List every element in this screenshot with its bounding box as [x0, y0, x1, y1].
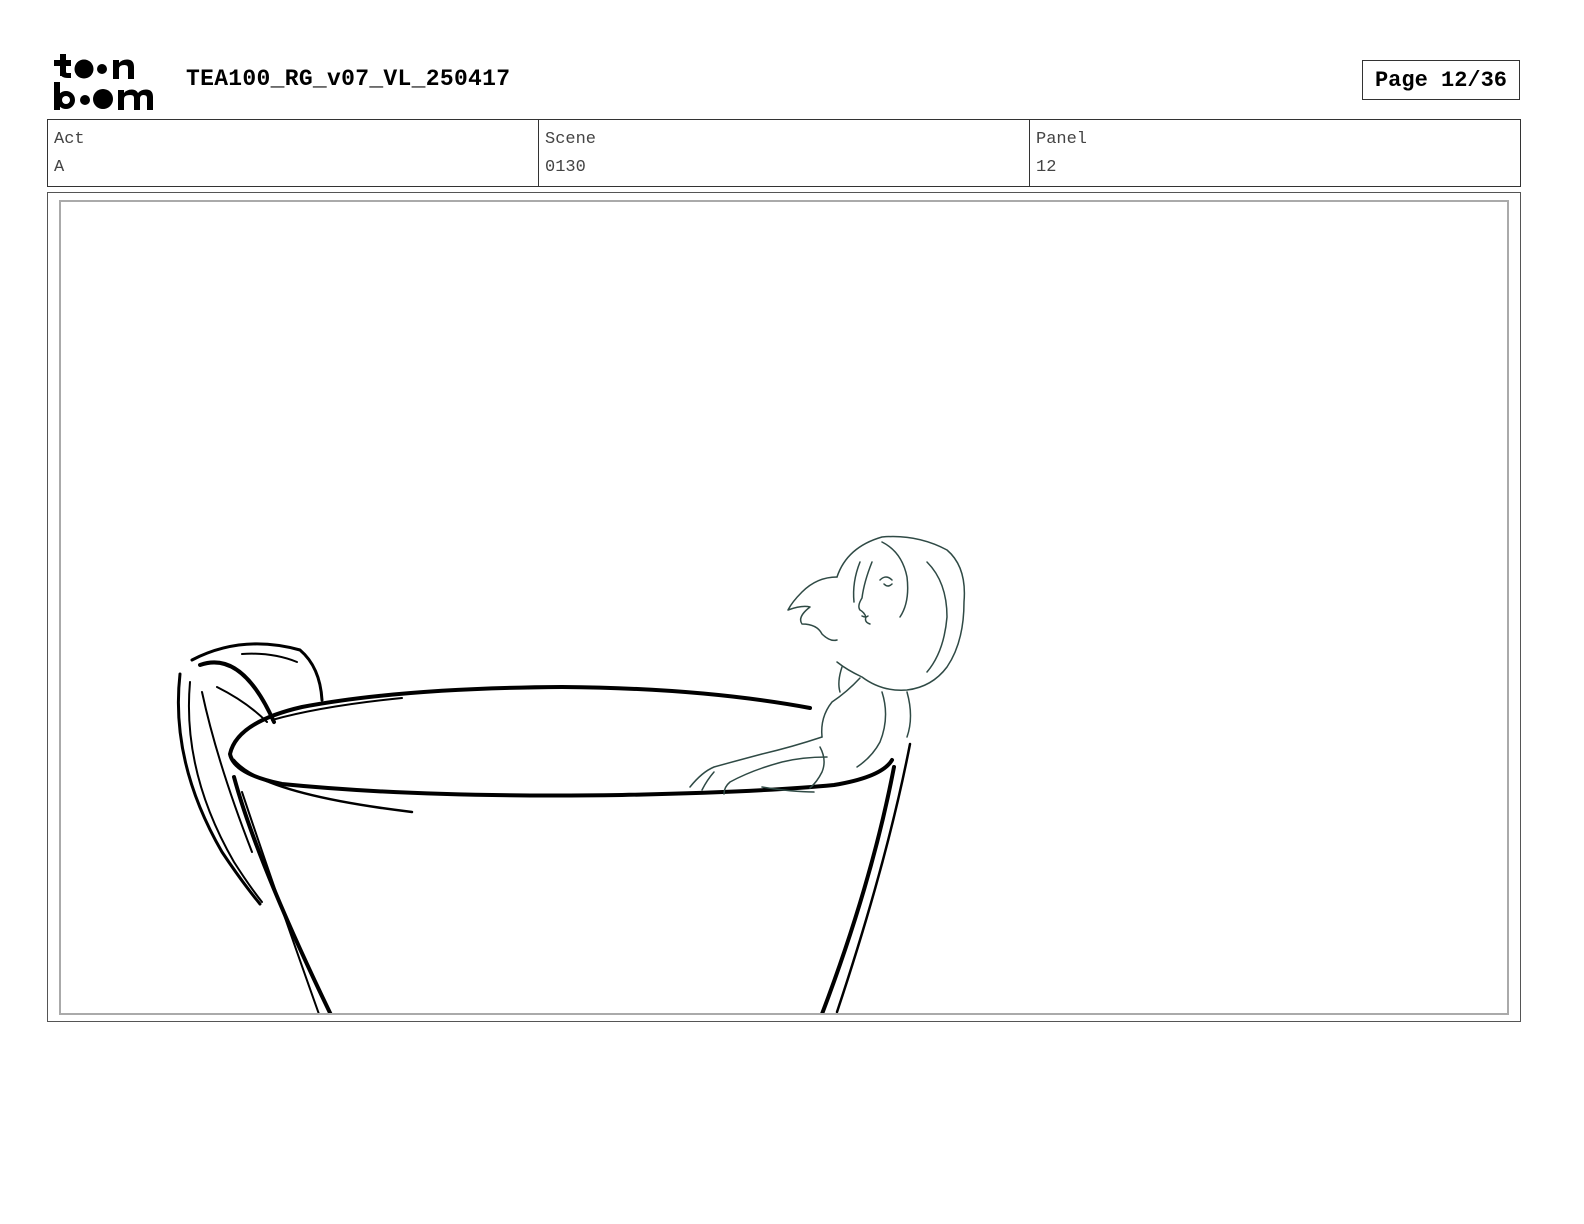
- document-title: TEA100_RG_v07_VL_250417: [186, 66, 511, 92]
- info-table: Act A Scene 0130 Panel 12: [47, 119, 1521, 187]
- act-value: A: [54, 158, 65, 177]
- scene-label: Scene: [545, 130, 597, 149]
- panel-image: [59, 200, 1509, 1015]
- logo-icon: [54, 54, 153, 110]
- act-cell: Act A: [48, 120, 539, 186]
- panel-cell: Panel 12: [1030, 120, 1520, 186]
- toon-boom-logo: [52, 52, 162, 112]
- panel-label: Panel: [1036, 130, 1088, 149]
- storyboard-sketch-icon: [176, 535, 966, 1013]
- scene-value: 0130: [545, 158, 586, 177]
- panel-value: 12: [1036, 158, 1057, 177]
- act-label: Act: [54, 130, 85, 149]
- scene-cell: Scene 0130: [539, 120, 1030, 186]
- page-indicator: Page 12/36: [1362, 60, 1520, 100]
